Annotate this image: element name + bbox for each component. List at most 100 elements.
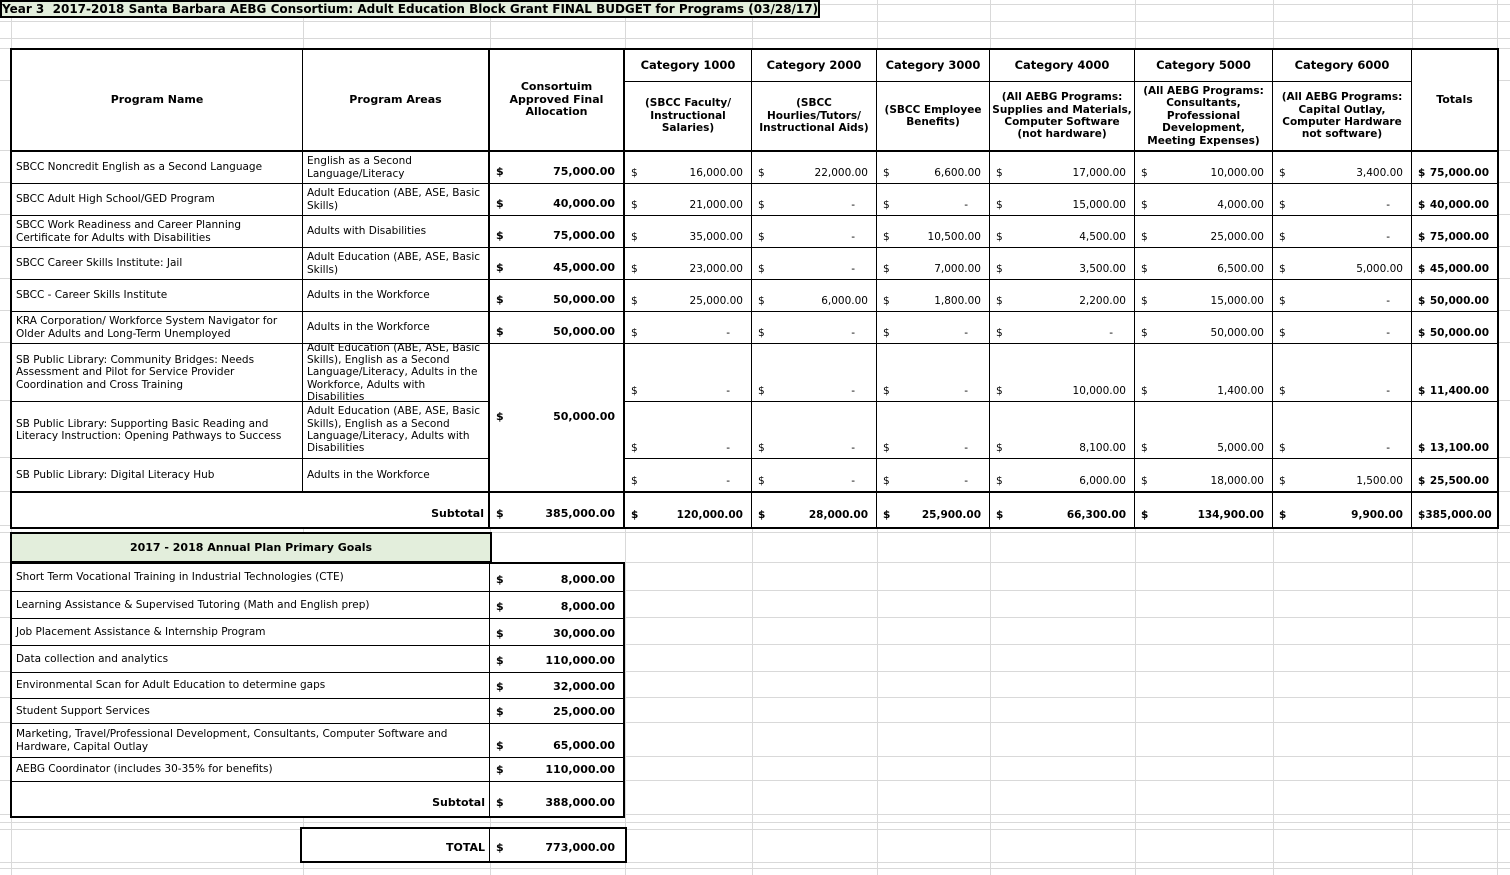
goal-label-cell[interactable]: Short Term Vocational Training in Indust… [12,564,490,592]
allocation-header[interactable]: Consortuim Approved Final Allocation [490,50,625,152]
category-header[interactable]: Category 2000 [752,50,877,82]
goals-subtotal-label[interactable]: Subtotal [12,782,490,816]
amount-cell[interactable]: $5,000.00 [1273,248,1412,280]
amount-cell[interactable]: $- [625,459,752,493]
subtotal-amount[interactable]: $9,900.00 [1273,493,1412,527]
program-name-cell[interactable]: SB Public Library: Supporting Basic Read… [12,402,303,459]
allocation-cell[interactable]: $75,000.00 [490,216,625,248]
program-name-cell[interactable]: SBCC Adult High School/GED Program [12,184,303,216]
program-name-header[interactable]: Program Name [12,50,303,152]
amount-cell[interactable]: $6,000.00 [752,280,877,312]
amount-cell[interactable]: $- [752,248,877,280]
goal-amount-cell[interactable]: $25,000.00 [490,699,623,724]
goal-label-cell[interactable]: Job Placement Assistance & Internship Pr… [12,619,490,646]
amount-cell[interactable]: $3,500.00 [990,248,1135,280]
amount-cell[interactable]: $- [990,312,1135,344]
subtotal-amount[interactable]: $120,000.00 [625,493,752,527]
amount-cell[interactable]: $5,000.00 [1135,402,1273,459]
subtotal-amount[interactable]: $134,900.00 [1135,493,1273,527]
goals-subtotal-amount[interactable]: $388,000.00 [490,782,623,816]
amount-cell[interactable]: $- [1273,344,1412,402]
category-header[interactable]: Category 6000 [1273,50,1412,82]
amount-cell[interactable]: $15,000.00 [990,184,1135,216]
amount-cell[interactable]: $15,000.00 [1135,280,1273,312]
amount-cell[interactable]: $7,000.00 [877,248,990,280]
row-total-cell[interactable]: $50,000.00 [1412,280,1497,312]
amount-cell[interactable]: $- [877,184,990,216]
category-header[interactable]: Category 3000 [877,50,990,82]
allocation-cell[interactable]: $50,000.00 [490,344,625,493]
title-bar-cell[interactable]: Year 3 2017-2018 Santa Barbara AEBG Cons… [0,0,820,18]
amount-cell[interactable]: $6,600.00 [877,152,990,184]
amount-cell[interactable]: $- [625,402,752,459]
row-total-cell[interactable]: $11,400.00 [1412,344,1497,402]
amount-cell[interactable]: $- [1273,216,1412,248]
subtotal-label[interactable]: Subtotal [12,493,490,527]
program-name-cell[interactable]: SB Public Library: Digital Literacy Hub [12,459,303,493]
amount-cell[interactable]: $16,000.00 [625,152,752,184]
program-name-cell[interactable]: SBCC - Career Skills Institute [12,280,303,312]
amount-cell[interactable]: $- [752,344,877,402]
allocation-cell[interactable]: $50,000.00 [490,280,625,312]
amount-cell[interactable]: $10,500.00 [877,216,990,248]
amount-cell[interactable]: $4,000.00 [1135,184,1273,216]
program-name-cell[interactable]: SBCC Work Readiness and Career Planning … [12,216,303,248]
category-header[interactable]: Category 1000 [625,50,752,82]
goal-label-cell[interactable]: Learning Assistance & Supervised Tutorin… [12,592,490,619]
amount-cell[interactable]: $35,000.00 [625,216,752,248]
amount-cell[interactable]: $1,800.00 [877,280,990,312]
allocation-cell[interactable]: $50,000.00 [490,312,625,344]
amount-cell[interactable]: $21,000.00 [625,184,752,216]
amount-cell[interactable]: $- [752,402,877,459]
amount-cell[interactable]: $18,000.00 [1135,459,1273,493]
amount-cell[interactable]: $10,000.00 [990,344,1135,402]
goal-label-cell[interactable]: AEBG Coordinator (includes 30-35% for be… [12,758,490,782]
amount-cell[interactable]: $8,100.00 [990,402,1135,459]
amount-cell[interactable]: $- [752,184,877,216]
subtotal-amount[interactable]: $25,900.00 [877,493,990,527]
amount-cell[interactable]: $50,000.00 [1135,312,1273,344]
program-areas-cell[interactable]: English as a Second Language/Literacy [303,152,490,184]
category-desc[interactable]: (All AEBG Programs: Consultants, Profess… [1135,82,1273,152]
amount-cell[interactable]: $17,000.00 [990,152,1135,184]
subtotal-total[interactable]: $385,000.00 [1412,493,1497,527]
goals-header-cell[interactable]: 2017 - 2018 Annual Plan Primary Goals [10,532,492,563]
amount-cell[interactable]: $1,500.00 [1273,459,1412,493]
goal-amount-cell[interactable]: $30,000.00 [490,619,623,646]
row-total-cell[interactable]: $75,000.00 [1412,152,1497,184]
goal-amount-cell[interactable]: $32,000.00 [490,673,623,699]
amount-cell[interactable]: $- [752,312,877,344]
program-areas-cell[interactable]: Adults in the Workforce [303,312,490,344]
amount-cell[interactable]: $- [877,402,990,459]
program-areas-cell[interactable]: Adult Education (ABE, ASE, Basic Skills)… [303,344,490,402]
category-desc[interactable]: (SBCC Employee Benefits) [877,82,990,152]
totals-header[interactable]: Totals [1412,50,1497,152]
allocation-cell[interactable]: $75,000.00 [490,152,625,184]
category-desc[interactable]: (SBCC Hourlies/Tutors/ Instructional Aid… [752,82,877,152]
subtotal-amount[interactable]: $66,300.00 [990,493,1135,527]
amount-cell[interactable]: $4,500.00 [990,216,1135,248]
program-areas-header[interactable]: Program Areas [303,50,490,152]
row-total-cell[interactable]: $25,500.00 [1412,459,1497,493]
category-header[interactable]: Category 4000 [990,50,1135,82]
amount-cell[interactable]: $- [877,344,990,402]
category-desc[interactable]: (All AEBG Programs: Capital Outlay, Comp… [1273,82,1412,152]
amount-cell[interactable]: $- [625,344,752,402]
program-name-cell[interactable]: SB Public Library: Community Bridges: Ne… [12,344,303,402]
goal-amount-cell[interactable]: $110,000.00 [490,646,623,673]
program-areas-cell[interactable]: Adult Education (ABE, ASE, Basic Skills) [303,248,490,280]
goal-amount-cell[interactable]: $8,000.00 [490,592,623,619]
goal-label-cell[interactable]: Environmental Scan for Adult Education t… [12,673,490,699]
amount-cell[interactable]: $22,000.00 [752,152,877,184]
grand-total-label[interactable]: TOTAL [302,829,490,861]
goal-amount-cell[interactable]: $110,000.00 [490,758,623,782]
program-areas-cell[interactable]: Adult Education (ABE, ASE, Basic Skills) [303,184,490,216]
subtotal-allocation[interactable]: $385,000.00 [490,493,625,527]
row-total-cell[interactable]: $40,000.00 [1412,184,1497,216]
goal-label-cell[interactable]: Data collection and analytics [12,646,490,673]
amount-cell[interactable]: $- [877,459,990,493]
grand-total-amount[interactable]: $773,000.00 [490,829,623,861]
allocation-cell[interactable]: $40,000.00 [490,184,625,216]
row-total-cell[interactable]: $13,100.00 [1412,402,1497,459]
program-name-cell[interactable]: SBCC Career Skills Institute: Jail [12,248,303,280]
